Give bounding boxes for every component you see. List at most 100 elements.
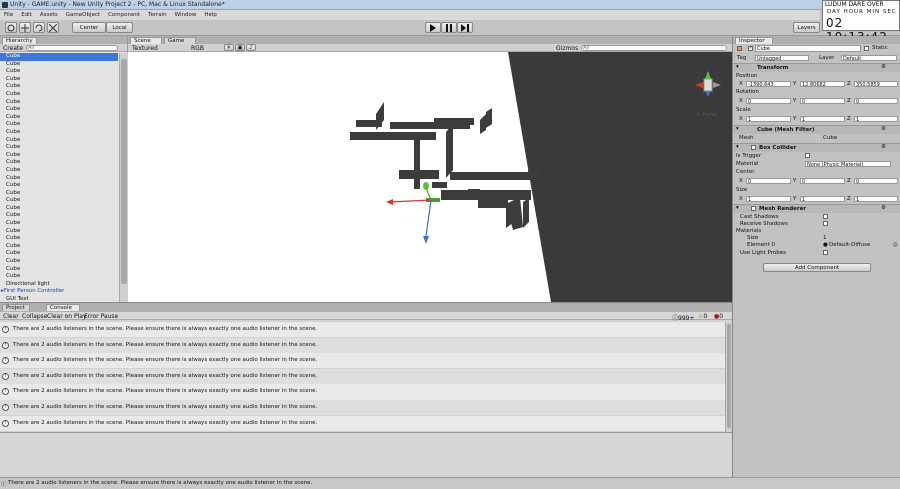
hierarchy-item[interactable]: Cube — [0, 61, 118, 69]
tab-hierarchy[interactable]: Hierarchy — [2, 37, 37, 44]
use-light-probes-checkbox[interactable] — [823, 250, 828, 255]
hierarchy-item[interactable]: Cube — [0, 76, 118, 84]
hierarchy-item[interactable]: Cube — [0, 121, 118, 129]
static-checkbox[interactable] — [864, 46, 869, 51]
mesh-filter-header[interactable]: ▾ Cube (Mesh Filter) ⚙ — [733, 125, 900, 134]
hierarchy-item[interactable]: Cube — [0, 182, 118, 190]
menu-help[interactable]: Help — [200, 10, 221, 18]
hierarchy-item[interactable]: Cube — [0, 212, 118, 220]
z-axis-handle[interactable] — [425, 199, 432, 237]
fx-toggle[interactable]: ▣ — [235, 44, 245, 51]
hierarchy-item[interactable]: Cube — [0, 190, 118, 198]
size-y-field[interactable]: 1 — [800, 196, 845, 203]
size-x-field[interactable]: 1 — [746, 196, 791, 203]
hierarchy-item[interactable]: ▸First Person Controller — [0, 288, 118, 296]
hierarchy-item[interactable]: Cube — [0, 83, 118, 91]
hierarchy-item[interactable]: Cube — [0, 99, 118, 107]
hierarchy-item[interactable]: Cube — [0, 114, 118, 122]
hierarchy-item[interactable]: Cube — [0, 273, 118, 281]
pause-button[interactable] — [441, 22, 457, 33]
hierarchy-item[interactable]: Cube — [0, 266, 118, 274]
scene-search-input[interactable]: All — [581, 45, 727, 51]
warning-count-toggle[interactable]: ⚠0 — [698, 313, 707, 320]
step-button[interactable] — [457, 22, 473, 33]
z-axis-arrow[interactable] — [423, 236, 429, 244]
clear-button[interactable]: Clear — [3, 313, 19, 320]
position-z-field[interactable]: 350.5859 — [854, 81, 898, 88]
persp-label[interactable]: < Persp — [696, 112, 718, 118]
pivot-center-button[interactable]: Center — [72, 22, 106, 33]
settings-icon[interactable]: ⚙ — [881, 126, 886, 132]
hierarchy-item[interactable]: Cube — [0, 159, 118, 167]
hierarchy-search-input[interactable]: All — [26, 45, 118, 51]
hierarchy-item[interactable]: Cube — [0, 167, 118, 175]
hierarchy-item[interactable]: Cube — [0, 258, 118, 266]
hierarchy-item[interactable]: Cube — [0, 243, 118, 251]
scene-render[interactable]: < Persp — [128, 52, 732, 302]
settings-icon[interactable]: ⚙ — [881, 205, 886, 211]
tab-console[interactable]: Console — [46, 304, 80, 311]
tag-dropdown[interactable]: Untagged — [755, 55, 809, 62]
transform-header[interactable]: ▾ Transform ⚙ — [733, 63, 900, 72]
center-z-field[interactable]: 0 — [854, 178, 898, 185]
hierarchy-item[interactable]: Cube — [0, 220, 118, 228]
hierarchy-item[interactable]: Cube — [0, 152, 118, 160]
hand-tool-button[interactable] — [5, 22, 17, 33]
error-count-toggle[interactable]: ●0 — [714, 313, 723, 320]
target-icon[interactable]: ◎ — [893, 242, 898, 248]
tab-inspector[interactable]: Inspector — [735, 37, 773, 44]
gameobject-name-field[interactable]: Cube — [755, 45, 861, 52]
cast-shadows-checkbox[interactable] — [823, 214, 828, 219]
box-collider-header[interactable]: ▾ Box Collider ⚙ — [733, 143, 900, 152]
render-mode-dropdown[interactable]: RGB — [191, 45, 204, 52]
rotate-tool-button[interactable] — [33, 22, 45, 33]
receive-shadows-checkbox[interactable] — [823, 221, 828, 226]
gizmos-dropdown[interactable]: Gizmos — [556, 45, 578, 52]
settings-icon[interactable]: ⚙ — [881, 64, 886, 70]
hierarchy-item[interactable]: Cube — [0, 144, 118, 152]
hierarchy-item[interactable]: Cube — [0, 91, 118, 99]
hierarchy-scrollbar[interactable] — [119, 53, 128, 302]
clear-on-play-button[interactable]: Clear on Play — [47, 313, 87, 320]
status-message[interactable]: There are 2 audio listeners in the scene… — [8, 480, 312, 486]
menu-gameobject[interactable]: GameObject — [62, 10, 104, 18]
position-y-field[interactable]: 12.80682 — [800, 81, 845, 88]
hierarchy-item[interactable]: Cube — [0, 68, 118, 76]
menu-assets[interactable]: Assets — [36, 10, 62, 18]
console-scroll-thumb[interactable] — [727, 324, 731, 428]
size-z-field[interactable]: 1 — [854, 196, 898, 203]
active-checkbox[interactable]: ✓ — [748, 45, 753, 51]
console-detail-area[interactable] — [0, 432, 732, 478]
scale-y-field[interactable]: 1 — [800, 116, 845, 123]
scale-x-field[interactable]: 1 — [746, 116, 791, 123]
log-count-toggle[interactable]: ⓘ999+ — [672, 313, 695, 322]
menu-terrain[interactable]: Terrain — [144, 10, 171, 18]
pivot-local-button[interactable]: Local — [106, 22, 133, 33]
play-button[interactable] — [425, 22, 441, 33]
audio-toggle[interactable]: ♪ — [246, 44, 256, 51]
mesh-field[interactable]: Cube — [823, 135, 837, 141]
center-y-field[interactable]: 0 — [800, 178, 845, 185]
console-log-row[interactable]: ! There are 2 audio listeners in the scen… — [0, 337, 725, 353]
hierarchy-scroll-thumb[interactable] — [121, 59, 127, 284]
hierarchy-item[interactable]: Cube — [0, 175, 118, 183]
hierarchy-item[interactable]: Cube — [0, 205, 118, 213]
menu-edit[interactable]: Edit — [17, 10, 36, 18]
console-scrollbar[interactable] — [725, 322, 732, 432]
element0-field[interactable]: Default-Diffuse — [829, 242, 870, 248]
mesh-renderer-enabled-checkbox[interactable] — [751, 206, 756, 211]
tab-project[interactable]: Project — [2, 304, 30, 311]
tab-scene[interactable]: Scene — [130, 37, 162, 44]
console-log-row[interactable]: ! There are 2 audio listeners in the scen… — [0, 415, 725, 431]
hierarchy-item[interactable]: Cube — [0, 235, 118, 243]
hierarchy-item[interactable]: Cube — [0, 106, 118, 114]
shading-mode-dropdown[interactable]: Textured — [132, 45, 158, 52]
x-axis-handle[interactable] — [389, 199, 432, 203]
hierarchy-item[interactable]: Cube — [0, 137, 118, 145]
rotation-z-field[interactable]: 0 — [854, 98, 898, 105]
menu-window[interactable]: Window — [171, 10, 201, 18]
rotation-x-field[interactable]: 0 — [746, 98, 791, 105]
mesh-renderer-header[interactable]: ▾ Mesh Renderer ⚙ — [733, 204, 900, 213]
layers-dropdown[interactable]: Layers — [793, 22, 820, 33]
hierarchy-item[interactable]: Cube — [0, 197, 118, 205]
